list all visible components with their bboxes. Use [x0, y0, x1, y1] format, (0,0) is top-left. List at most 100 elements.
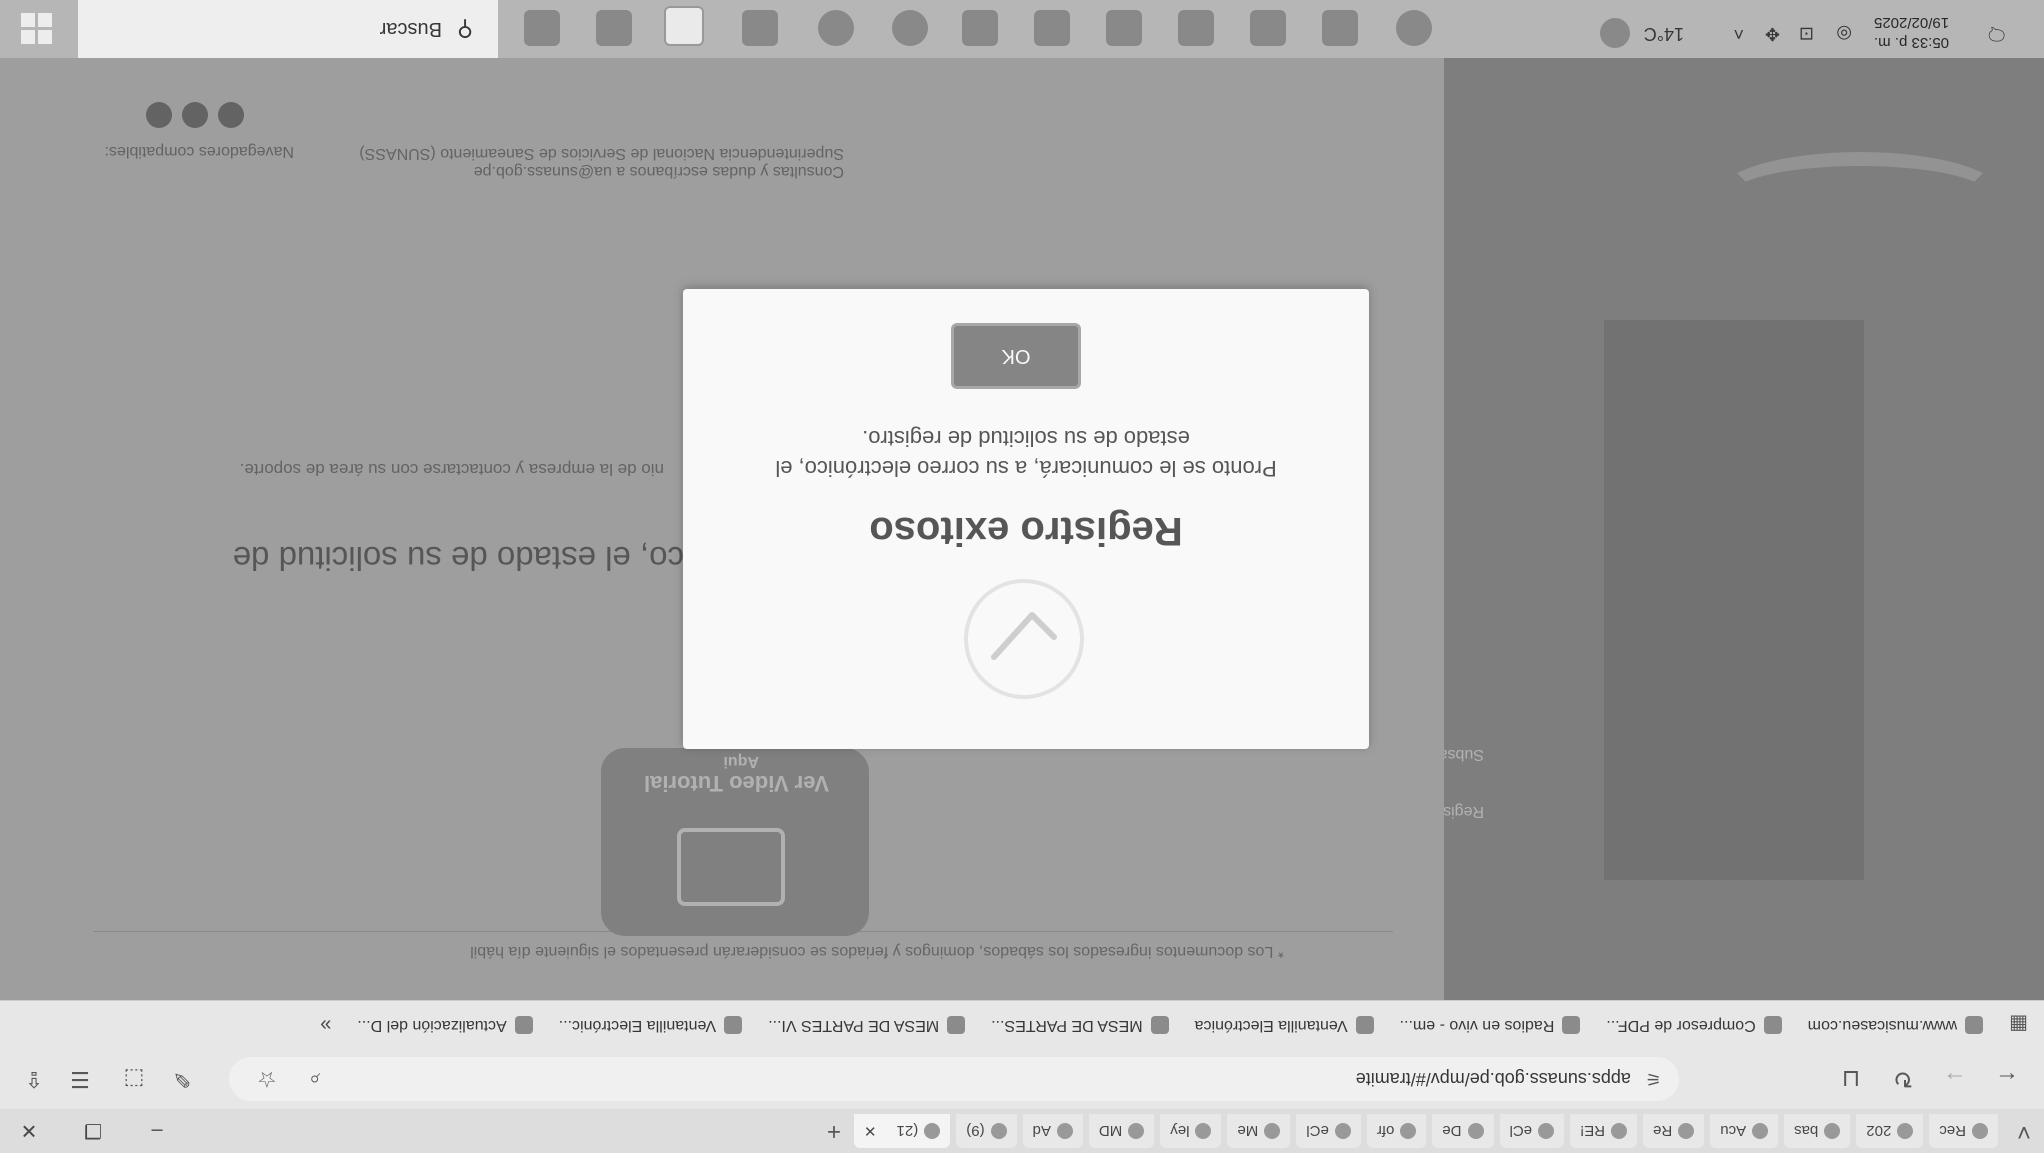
- bookmark-favicon-icon: [1763, 1016, 1782, 1034]
- window-minimize-icon[interactable]: –: [130, 1109, 184, 1153]
- browser-tab[interactable]: eCl: [1499, 1114, 1565, 1148]
- browser-tab[interactable]: Acu: [1710, 1114, 1779, 1148]
- taskbar-app-icon[interactable]: [1034, 10, 1070, 46]
- weather-icon[interactable]: [1600, 18, 1630, 48]
- browser-tab[interactable]: Me: [1227, 1114, 1291, 1148]
- browser-tab[interactable]: ley: [1160, 1114, 1222, 1148]
- browser-tab[interactable]: (9): [956, 1114, 1017, 1148]
- tray-chevron-icon[interactable]: ˄: [1733, 23, 1744, 44]
- browser-tab-strip: ˅ Rec 202 bas Acu Re RE! eCl De ofr eCl …: [0, 1108, 2044, 1153]
- tab-close-icon[interactable]: ✕: [864, 1122, 877, 1140]
- taskbar-app-icon[interactable]: [818, 10, 854, 46]
- browser-toolbar: ← → ↻ ⊔ ⚟ apps.sunass.gob.pe/mpv/#/trami…: [0, 1049, 2044, 1109]
- weather-temperature[interactable]: 14°C: [1644, 23, 1684, 44]
- dialog-message: Pronto se le comunicará, a su correo ele…: [775, 426, 1277, 481]
- screenshot-icon[interactable]: ⬚: [112, 1057, 156, 1101]
- tab-favicon-icon: [1056, 1123, 1073, 1139]
- taskbar-app-icon[interactable]: [596, 10, 632, 46]
- network-globe-icon[interactable]: ◎: [1836, 23, 1852, 44]
- clock-date: 19/02/2025: [1874, 14, 1950, 31]
- tab-favicon-icon: [1972, 1123, 1988, 1139]
- new-tab-plus-icon[interactable]: +: [814, 1108, 854, 1153]
- bookmark-favicon-icon: [947, 1016, 966, 1034]
- browser-tab[interactable]: eCl: [1296, 1114, 1361, 1148]
- share-icon[interactable]: ⇪: [12, 1057, 56, 1101]
- pen-icon[interactable]: ✎: [160, 1057, 204, 1101]
- tab-favicon-icon: [1195, 1123, 1212, 1139]
- tab-favicon-icon: [1334, 1123, 1351, 1139]
- taskbar-app-icon[interactable]: [962, 10, 998, 46]
- bookmark-item[interactable]: Actualización del D...: [357, 1016, 533, 1034]
- tray-app-icon[interactable]: ✥: [1765, 23, 1780, 44]
- profile-avatar-icon[interactable]: [0, 1057, 4, 1101]
- taskbar-clock[interactable]: 05:33 p. m. 19/02/2025: [1874, 12, 1954, 52]
- more-bookmarks-chevron[interactable]: »: [320, 1014, 331, 1037]
- ok-button[interactable]: OK: [951, 323, 1081, 389]
- tab-search-icon[interactable]: ˅: [2004, 1108, 2044, 1153]
- search-icon: ⚲: [456, 17, 474, 42]
- reading-list-icon[interactable]: ☰: [58, 1057, 102, 1101]
- url-text: apps.sunass.gob.pe/mpv/#/tramite: [1355, 1069, 1631, 1090]
- bookmark-item[interactable]: Ventanilla Electrónic...: [559, 1016, 743, 1034]
- taskbar-app-icon[interactable]: [742, 10, 778, 46]
- address-bar[interactable]: ⚟ apps.sunass.gob.pe/mpv/#/tramite ⌕ ☆: [229, 1057, 1679, 1101]
- back-arrow-icon[interactable]: ←: [1984, 1056, 2030, 1102]
- notifications-icon[interactable]: 🗨: [1985, 23, 2008, 44]
- bookmark-favicon-icon: [1355, 1016, 1374, 1034]
- reload-icon[interactable]: ↻: [1880, 1056, 1926, 1102]
- browser-tab[interactable]: MD: [1088, 1114, 1155, 1148]
- browser-tab[interactable]: Ad: [1022, 1114, 1083, 1148]
- browser-tab[interactable]: Rec: [1929, 1114, 1998, 1148]
- browser-tab-active[interactable]: (21 ✕: [853, 1114, 951, 1148]
- bookmark-item[interactable]: MESA DE PARTES VI...: [768, 1016, 966, 1034]
- browser-tab[interactable]: ofr: [1366, 1114, 1427, 1148]
- taskbar-search-box[interactable]: ⚲ Buscar: [78, 0, 498, 58]
- bookmark-favicon-icon: [1965, 1016, 1984, 1034]
- tab-favicon-icon: [1824, 1123, 1841, 1139]
- tab-favicon-icon: [1538, 1123, 1555, 1139]
- taskbar-app-icon[interactable]: [664, 6, 704, 46]
- bookmark-favicon-icon: [1562, 1016, 1581, 1034]
- tab-favicon-icon: [1467, 1123, 1484, 1139]
- taskbar-app-icon[interactable]: [1178, 10, 1214, 46]
- bookmark-favicon-icon: [514, 1016, 533, 1034]
- tray-onedrive-icon[interactable]: ⊡: [1799, 23, 1814, 44]
- forward-arrow-icon[interactable]: →: [1932, 1056, 1978, 1102]
- browser-tab[interactable]: De: [1432, 1114, 1494, 1148]
- tab-favicon-icon: [1264, 1123, 1281, 1139]
- bookmark-item[interactable]: Ventanilla Electrónica: [1195, 1016, 1374, 1034]
- extensions-icon[interactable]: ⊔: [1828, 1056, 1874, 1102]
- bookmark-item[interactable]: Radios en vivo - em...: [1400, 1016, 1581, 1034]
- site-info-icon[interactable]: ⚟: [1645, 1069, 1661, 1090]
- tab-favicon-icon: [924, 1123, 941, 1139]
- taskbar-search-placeholder: Buscar: [379, 18, 442, 41]
- window-close-icon[interactable]: ✕: [2, 1109, 56, 1153]
- bookmark-star-icon[interactable]: ☆: [257, 1066, 277, 1092]
- tab-favicon-icon: [1611, 1123, 1628, 1139]
- taskbar-app-icon[interactable]: [1322, 10, 1358, 46]
- bookmark-favicon-icon: [724, 1016, 743, 1034]
- bookmark-item[interactable]: MESA DE PARTES...: [991, 1016, 1169, 1034]
- windows-start-icon[interactable]: [20, 12, 54, 46]
- tab-favicon-icon: [1897, 1123, 1914, 1139]
- bookmark-favicon-icon: [1150, 1016, 1169, 1034]
- browser-tab[interactable]: RE!: [1570, 1114, 1638, 1148]
- taskbar-app-icon[interactable]: [892, 10, 928, 46]
- tab-favicon-icon: [1400, 1123, 1417, 1139]
- taskbar-app-icon[interactable]: [1396, 10, 1432, 46]
- zoom-icon[interactable]: ⌕: [309, 1068, 320, 1091]
- window-restore-icon[interactable]: ❐: [66, 1109, 120, 1153]
- browser-tab[interactable]: Re: [1643, 1114, 1705, 1148]
- taskbar-app-icon[interactable]: [524, 10, 560, 46]
- browser-tab[interactable]: 202: [1856, 1114, 1924, 1148]
- success-dialog: Registro exitoso Pronto se le comunicará…: [683, 289, 1369, 749]
- browser-tab[interactable]: bas: [1784, 1114, 1851, 1148]
- clock-time: 05:33 p. m.: [1874, 34, 1950, 51]
- windows-taskbar: ⚲ Buscar 14°C ˄ ✥ ⊡ ◎ 05:33 p. m. 19/02/…: [0, 0, 2044, 58]
- taskbar-app-icon[interactable]: [1250, 10, 1286, 46]
- success-check-icon: [964, 579, 1084, 699]
- bookmark-item[interactable]: www.musicaseu.com: [1808, 1016, 1984, 1034]
- bookmark-item[interactable]: Compresor de PDF...: [1606, 1016, 1782, 1034]
- apps-grid-icon[interactable]: ▦: [2009, 1013, 2028, 1038]
- taskbar-app-icon[interactable]: [1106, 10, 1142, 46]
